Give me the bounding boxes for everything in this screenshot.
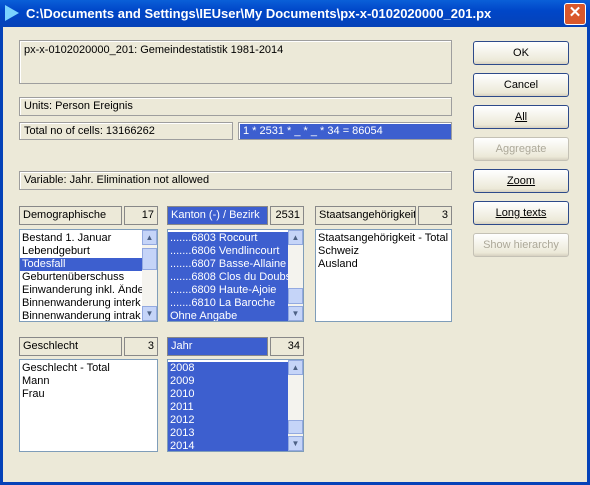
staatsangehoerigkeit-header[interactable]: Staatsangehörigkeit xyxy=(315,206,416,225)
kanton-scrollbar[interactable]: ▲ ▼ xyxy=(288,230,303,321)
scroll-down-icon[interactable]: ▼ xyxy=(142,306,157,321)
demographische-count: 17 xyxy=(124,206,158,225)
geschlecht-list-item[interactable]: Frau xyxy=(20,388,157,401)
geschlecht-list[interactable]: Geschlecht - Total Mann Frau xyxy=(19,359,158,452)
show-hierarchy-button[interactable]: Show hierarchy xyxy=(473,233,569,257)
staatsangehoerigkeit-list-item[interactable]: Staatsangehörigkeit - Total xyxy=(316,232,451,245)
window-title: C:\Documents and Settings\IEUser\My Docu… xyxy=(26,6,492,21)
demographische-list-item[interactable]: Bestand 1. Januar xyxy=(20,232,142,245)
demographische-list-item[interactable]: Lebendgeburt xyxy=(20,245,142,258)
variable-info-field: Variable: Jahr. Elimination not allowed xyxy=(19,171,452,190)
units-field: Units: Person Ereignis xyxy=(19,97,452,116)
jahr-list-item[interactable]: 2013 xyxy=(168,427,288,440)
staatsangehoerigkeit-list-item[interactable]: Ausland xyxy=(316,258,451,271)
demographische-list-item[interactable]: Todesfall xyxy=(20,258,142,271)
demographische-list-item[interactable]: Binnenwanderung interk xyxy=(20,297,142,310)
kanton-list-item[interactable]: .......6810 La Baroche xyxy=(168,297,288,310)
jahr-count: 34 xyxy=(270,337,304,356)
demographische-header[interactable]: Demographische xyxy=(19,206,122,225)
jahr-list-item[interactable]: 2010 xyxy=(168,388,288,401)
title-bar: C:\Documents and Settings\IEUser\My Docu… xyxy=(0,0,590,27)
jahr-list-item[interactable]: 2008 xyxy=(168,362,288,375)
ok-button[interactable]: OK xyxy=(473,41,569,65)
kanton-list-item[interactable]: .......6807 Basse-Allaine xyxy=(168,258,288,271)
aggregate-button[interactable]: Aggregate xyxy=(473,137,569,161)
total-cells-field: Total no of cells: 13166262 xyxy=(19,122,233,140)
kanton-list-item[interactable]: Ohne Angabe xyxy=(168,310,288,321)
kanton-list-item[interactable]: .......6808 Clos du Doubs xyxy=(168,271,288,284)
scroll-thumb[interactable] xyxy=(288,288,303,304)
scroll-down-icon[interactable]: ▼ xyxy=(288,306,303,321)
demographische-list-item[interactable]: Binnenwanderung intrak xyxy=(20,310,142,321)
kanton-count: 2531 xyxy=(270,206,304,225)
geschlecht-header[interactable]: Geschlecht xyxy=(19,337,122,356)
jahr-list[interactable]: 2008 2009 2010 2011 2012 2013 2014 ▲ ▼ xyxy=(167,359,304,452)
scroll-up-icon[interactable]: ▲ xyxy=(288,230,303,245)
kanton-list-item[interactable]: .......6806 Vendlincourt xyxy=(168,245,288,258)
description-field: px-x-0102020000_201: Gemeindestatistik 1… xyxy=(19,40,452,84)
scroll-down-icon[interactable]: ▼ xyxy=(288,436,303,451)
kanton-header[interactable]: Kanton (-) / Bezirk xyxy=(167,206,268,225)
jahr-list-item[interactable]: 2012 xyxy=(168,414,288,427)
cell-formula-field: 1 * 2531 * _ * _ * 34 = 86054 xyxy=(238,122,452,140)
kanton-list[interactable]: .......6803 Rocourt .......6806 Vendlinco… xyxy=(167,229,304,322)
app-icon xyxy=(5,5,19,21)
geschlecht-list-item[interactable]: Geschlecht - Total xyxy=(20,362,157,375)
scroll-up-icon[interactable]: ▲ xyxy=(142,230,157,245)
geschlecht-count: 3 xyxy=(124,337,158,356)
jahr-list-item[interactable]: 2014 xyxy=(168,440,288,451)
staatsangehoerigkeit-count: 3 xyxy=(418,206,452,225)
cancel-button[interactable]: Cancel xyxy=(473,73,569,97)
jahr-header[interactable]: Jahr xyxy=(167,337,268,356)
jahr-scrollbar[interactable]: ▲ ▼ xyxy=(288,360,303,451)
kanton-list-item[interactable]: .......6803 Rocourt xyxy=(168,232,288,245)
kanton-list-item[interactable]: .......6809 Haute-Ajoie xyxy=(168,284,288,297)
all-button[interactable]: All xyxy=(473,105,569,129)
scroll-thumb[interactable] xyxy=(142,248,157,270)
demographische-list-item[interactable]: Einwanderung inkl. Änderu xyxy=(20,284,142,297)
scroll-thumb[interactable] xyxy=(288,420,303,434)
zoom-button[interactable]: Zoom xyxy=(473,169,569,193)
scroll-up-icon[interactable]: ▲ xyxy=(288,360,303,375)
geschlecht-list-item[interactable]: Mann xyxy=(20,375,157,388)
demographische-list-item[interactable]: Geburtenüberschuss xyxy=(20,271,142,284)
staatsangehoerigkeit-list-item[interactable]: Schweiz xyxy=(316,245,451,258)
staatsangehoerigkeit-list[interactable]: Staatsangehörigkeit - Total Schweiz Auslan… xyxy=(315,229,452,322)
demographische-list[interactable]: Bestand 1. Januar Lebendgeburt Todesfall Ge… xyxy=(19,229,158,322)
long-texts-button[interactable]: Long texts xyxy=(473,201,569,225)
jahr-list-item[interactable]: 2011 xyxy=(168,401,288,414)
close-button[interactable]: ✕ xyxy=(564,3,586,25)
jahr-list-item[interactable]: 2009 xyxy=(168,375,288,388)
demographische-scrollbar[interactable]: ▲ ▼ xyxy=(142,230,157,321)
